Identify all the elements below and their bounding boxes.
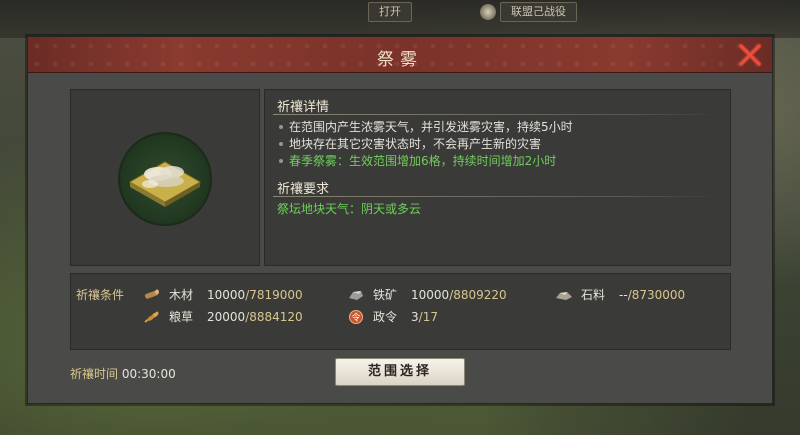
detail-text-1: 在范围内产生浓雾天气，并引发迷雾灾害，持续5小时 — [289, 120, 573, 134]
decree-name: 政令 — [373, 310, 398, 324]
grain-icon — [144, 310, 159, 323]
decree-icon: 令 — [349, 309, 363, 324]
bullet-icon — [279, 158, 283, 163]
ritual-cost-panel: 祈禳条件 木材 10000/7819000 铁矿 10000/8809220 石… — [70, 273, 731, 350]
iron-have: /8809220 — [449, 287, 507, 302]
fog-tile-icon — [118, 132, 212, 226]
resource-grain: 粮草 20000/8884120 — [143, 308, 303, 325]
close-button[interactable] — [736, 41, 764, 69]
detail-text-3: 春季祭雾：生效范围增加6格，持续时间增加2小时 — [289, 154, 557, 168]
time-value: 00:30:00 — [121, 367, 176, 381]
ritual-time: 祈禳时间 00:30:00 — [70, 365, 176, 382]
stone-need: -- — [619, 287, 628, 302]
detail-text-2: 地块存在其它灾害状态时，不会再产生新的灾害 — [289, 137, 542, 151]
map-marker-icon — [480, 4, 496, 20]
detail-line-2: 地块存在其它灾害状态时，不会再产生新的灾害 — [279, 135, 541, 152]
wood-need: 10000 — [207, 287, 246, 302]
dialog-title: 祭雾 — [377, 50, 423, 70]
top-tab-1[interactable]: 打开 — [368, 2, 412, 22]
decree-need: 3 — [411, 309, 419, 324]
range-select-button[interactable]: 范围选择 — [335, 358, 465, 386]
details-heading: 祈禳详情 — [277, 100, 330, 115]
bullet-icon — [279, 124, 283, 129]
requirements-heading: 祈禳要求 — [277, 182, 330, 197]
detail-line-3: 春季祭雾：生效范围增加6格，持续时间增加2小时 — [279, 152, 556, 169]
stone-name: 石料 — [581, 288, 606, 302]
wood-have: /7819000 — [245, 287, 303, 302]
divider — [273, 196, 718, 197]
resource-wood: 木材 10000/7819000 — [143, 286, 303, 303]
decree-have: /17 — [418, 309, 438, 324]
resource-stone: 石料 --/8730000 — [555, 286, 685, 303]
dialog-header: 祭雾 — [28, 37, 772, 73]
ritual-info-panel: 祈禳详情 在范围内产生浓雾天气，并引发迷雾灾害，持续5小时 地块存在其它灾害状态… — [264, 89, 731, 266]
cost-label: 祈禳条件 — [76, 288, 125, 302]
close-icon — [738, 43, 762, 67]
ritual-image-panel — [70, 89, 260, 266]
divider — [273, 114, 718, 115]
resource-iron: 铁矿 10000/8809220 — [347, 286, 507, 303]
stone-icon — [556, 291, 572, 300]
requirement-text: 祭坛地块天气：阴天或多云 — [277, 202, 422, 216]
iron-name: 铁矿 — [373, 288, 398, 302]
wood-name: 木材 — [169, 288, 194, 302]
wood-icon — [144, 289, 159, 299]
top-tab-2[interactable]: 联盟己战役 — [500, 2, 577, 22]
ritual-dialog: 祭雾 祈禳详情 在范围内产生浓雾天气，并引发迷雾灾害，持续5小时 地块存在其它灾… — [27, 36, 773, 404]
iron-need: 10000 — [411, 287, 450, 302]
time-label: 祈禳时间 — [70, 367, 119, 381]
grain-have: /8884120 — [245, 309, 303, 324]
stone-have: /8730000 — [627, 287, 686, 302]
svg-text:令: 令 — [351, 311, 360, 323]
grain-name: 粮草 — [169, 310, 194, 324]
grain-need: 20000 — [207, 309, 246, 324]
resource-decree: 令 政令 3/17 — [347, 308, 438, 325]
detail-line-1: 在范围内产生浓雾天气，并引发迷雾灾害，持续5小时 — [279, 118, 573, 135]
iron-ore-icon — [349, 290, 363, 300]
bullet-icon — [279, 141, 283, 146]
